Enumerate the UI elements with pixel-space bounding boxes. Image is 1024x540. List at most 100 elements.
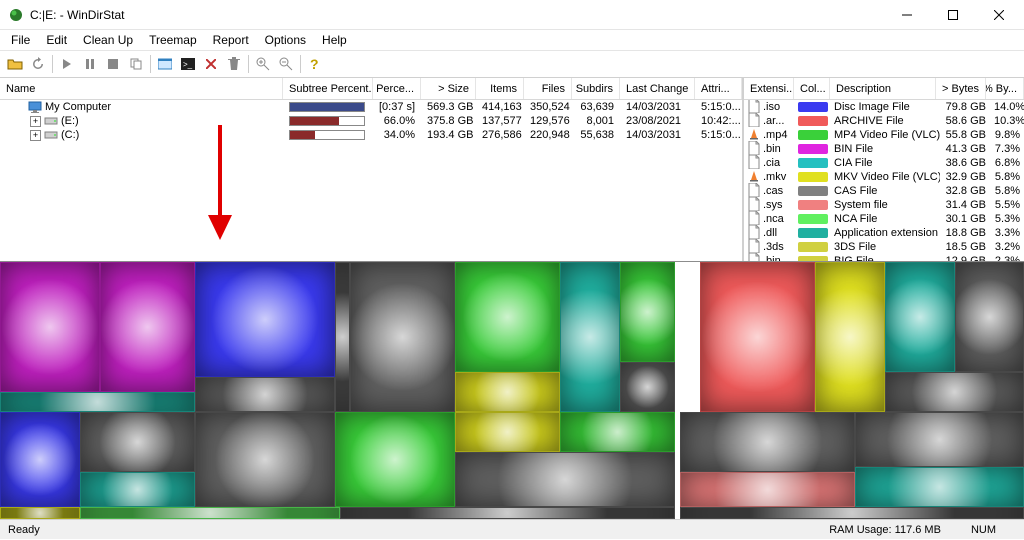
play-icon[interactable]: [56, 53, 78, 75]
col-desc[interactable]: Description: [830, 78, 936, 99]
treemap-block[interactable]: [195, 262, 335, 377]
treemap-block[interactable]: [560, 262, 620, 412]
menu-cleanup[interactable]: Clean Up: [76, 31, 140, 49]
col-subdirs[interactable]: Subdirs: [572, 78, 620, 99]
tree-row[interactable]: +(E:)66.0%375.8 GB137,577129,5768,00123/…: [0, 114, 742, 128]
color-swatch: [798, 256, 828, 261]
stop-icon[interactable]: [102, 53, 124, 75]
color-swatch: [798, 158, 828, 168]
treemap-block[interactable]: [885, 262, 955, 372]
treemap-block[interactable]: [680, 472, 855, 507]
menu-help[interactable]: Help: [315, 31, 354, 49]
treemap-block[interactable]: [340, 507, 675, 519]
ext-label: .nca: [763, 213, 784, 225]
pause-icon[interactable]: [79, 53, 101, 75]
col-color[interactable]: Col...: [794, 78, 830, 99]
color-swatch: [798, 130, 828, 140]
color-swatch: [798, 172, 828, 182]
treemap-block[interactable]: [955, 262, 1024, 372]
treemap-block[interactable]: [455, 262, 560, 372]
treemap-block[interactable]: [100, 262, 195, 392]
treemap-block[interactable]: [680, 412, 855, 472]
col-subtree-percent[interactable]: Subtree Percent...: [283, 78, 373, 99]
menu-options[interactable]: Options: [258, 31, 313, 49]
titlebar[interactable]: C:|E: - WinDirStat: [0, 0, 1024, 30]
color-swatch: [798, 214, 828, 224]
treemap-block[interactable]: [560, 412, 675, 452]
col-files[interactable]: Files: [524, 78, 572, 99]
refresh-icon[interactable]: [27, 53, 49, 75]
treemap-block[interactable]: [455, 412, 560, 452]
treemap-block[interactable]: [700, 262, 815, 412]
treemap-block[interactable]: [80, 507, 340, 519]
col-bytes[interactable]: > Bytes: [936, 78, 986, 99]
col-pctby[interactable]: % By...: [986, 78, 1024, 99]
tree-body[interactable]: My Computer[0:37 s]569.3 GB414,163350,52…: [0, 100, 742, 261]
delete-icon[interactable]: [200, 53, 222, 75]
maximize-button[interactable]: [930, 0, 976, 30]
tree-row[interactable]: +(C:)34.0%193.4 GB276,586220,94855,63814…: [0, 128, 742, 142]
menu-report[interactable]: Report: [206, 31, 256, 49]
ext-header: Extensi... Col... Description > Bytes % …: [744, 78, 1024, 100]
ext-row[interactable]: .ar...ARCHIVE File58.6 GB10.3%: [744, 114, 1024, 128]
treemap-block[interactable]: [0, 507, 80, 519]
ext-row[interactable]: .ciaCIA File38.6 GB6.8%: [744, 156, 1024, 170]
ext-row[interactable]: .binBIG File12.9 GB2.3%: [744, 254, 1024, 261]
col-size[interactable]: > Size: [421, 78, 476, 99]
copy-icon[interactable]: [125, 53, 147, 75]
treemap-block[interactable]: [855, 467, 1024, 507]
status-ready: Ready: [8, 524, 40, 536]
treemap-block[interactable]: [455, 372, 560, 412]
tree-row[interactable]: My Computer[0:37 s]569.3 GB414,163350,52…: [0, 100, 742, 114]
ext-bytes: 30.1 GB: [940, 213, 990, 225]
col-percent[interactable]: Perce...: [373, 78, 421, 99]
close-button[interactable]: [976, 0, 1022, 30]
treemap-block[interactable]: [620, 262, 675, 362]
treemap-block[interactable]: [855, 412, 1024, 467]
ext-pct: 14.0%: [990, 101, 1024, 113]
ext-desc: NCA File: [830, 213, 940, 225]
color-swatch: [798, 116, 828, 126]
ext-pct: 5.5%: [990, 199, 1024, 211]
treemap-block[interactable]: [885, 372, 1024, 412]
treemap-block[interactable]: [455, 452, 675, 507]
col-items[interactable]: Items: [476, 78, 524, 99]
help-icon[interactable]: ?: [304, 53, 326, 75]
zoom-in-icon[interactable]: [252, 53, 274, 75]
menu-treemap[interactable]: Treemap: [142, 31, 204, 49]
trash-icon[interactable]: [223, 53, 245, 75]
zoom-out-icon[interactable]: [275, 53, 297, 75]
ext-pct: 9.8%: [990, 129, 1024, 141]
explorer-icon[interactable]: [154, 53, 176, 75]
treemap-block[interactable]: [350, 262, 455, 412]
treemap-block[interactable]: [195, 412, 335, 507]
minimize-button[interactable]: [884, 0, 930, 30]
menu-file[interactable]: File: [4, 31, 37, 49]
expander-icon[interactable]: +: [30, 130, 41, 141]
treemap-block[interactable]: [680, 507, 1024, 519]
treemap[interactable]: [0, 262, 1024, 519]
treemap-block[interactable]: [0, 392, 195, 412]
treemap-block[interactable]: [815, 262, 885, 412]
open-icon[interactable]: [4, 53, 26, 75]
treemap-block[interactable]: [335, 262, 350, 412]
color-swatch: [798, 186, 828, 196]
treemap-block[interactable]: [195, 377, 335, 412]
treemap-block[interactable]: [0, 412, 80, 507]
menu-edit[interactable]: Edit: [39, 31, 74, 49]
ext-bytes: 31.4 GB: [940, 199, 990, 211]
col-name[interactable]: Name: [0, 78, 283, 99]
ext-body[interactable]: .isoDisc Image File79.8 GB14.0%.ar...ARC…: [744, 100, 1024, 261]
treemap-block[interactable]: [620, 362, 675, 412]
treemap-block[interactable]: [335, 412, 455, 507]
treemap-block[interactable]: [80, 472, 195, 507]
col-attributes[interactable]: Attri...: [695, 78, 742, 99]
expander-icon[interactable]: +: [30, 116, 41, 127]
col-ext[interactable]: Extensi...: [744, 78, 794, 99]
cmd-icon[interactable]: >_: [177, 53, 199, 75]
treemap-block[interactable]: [80, 412, 195, 472]
col-lastchange[interactable]: Last Change: [620, 78, 695, 99]
treemap-block[interactable]: [0, 262, 100, 392]
color-swatch: [798, 228, 828, 238]
ext-label: .bin: [763, 255, 781, 261]
